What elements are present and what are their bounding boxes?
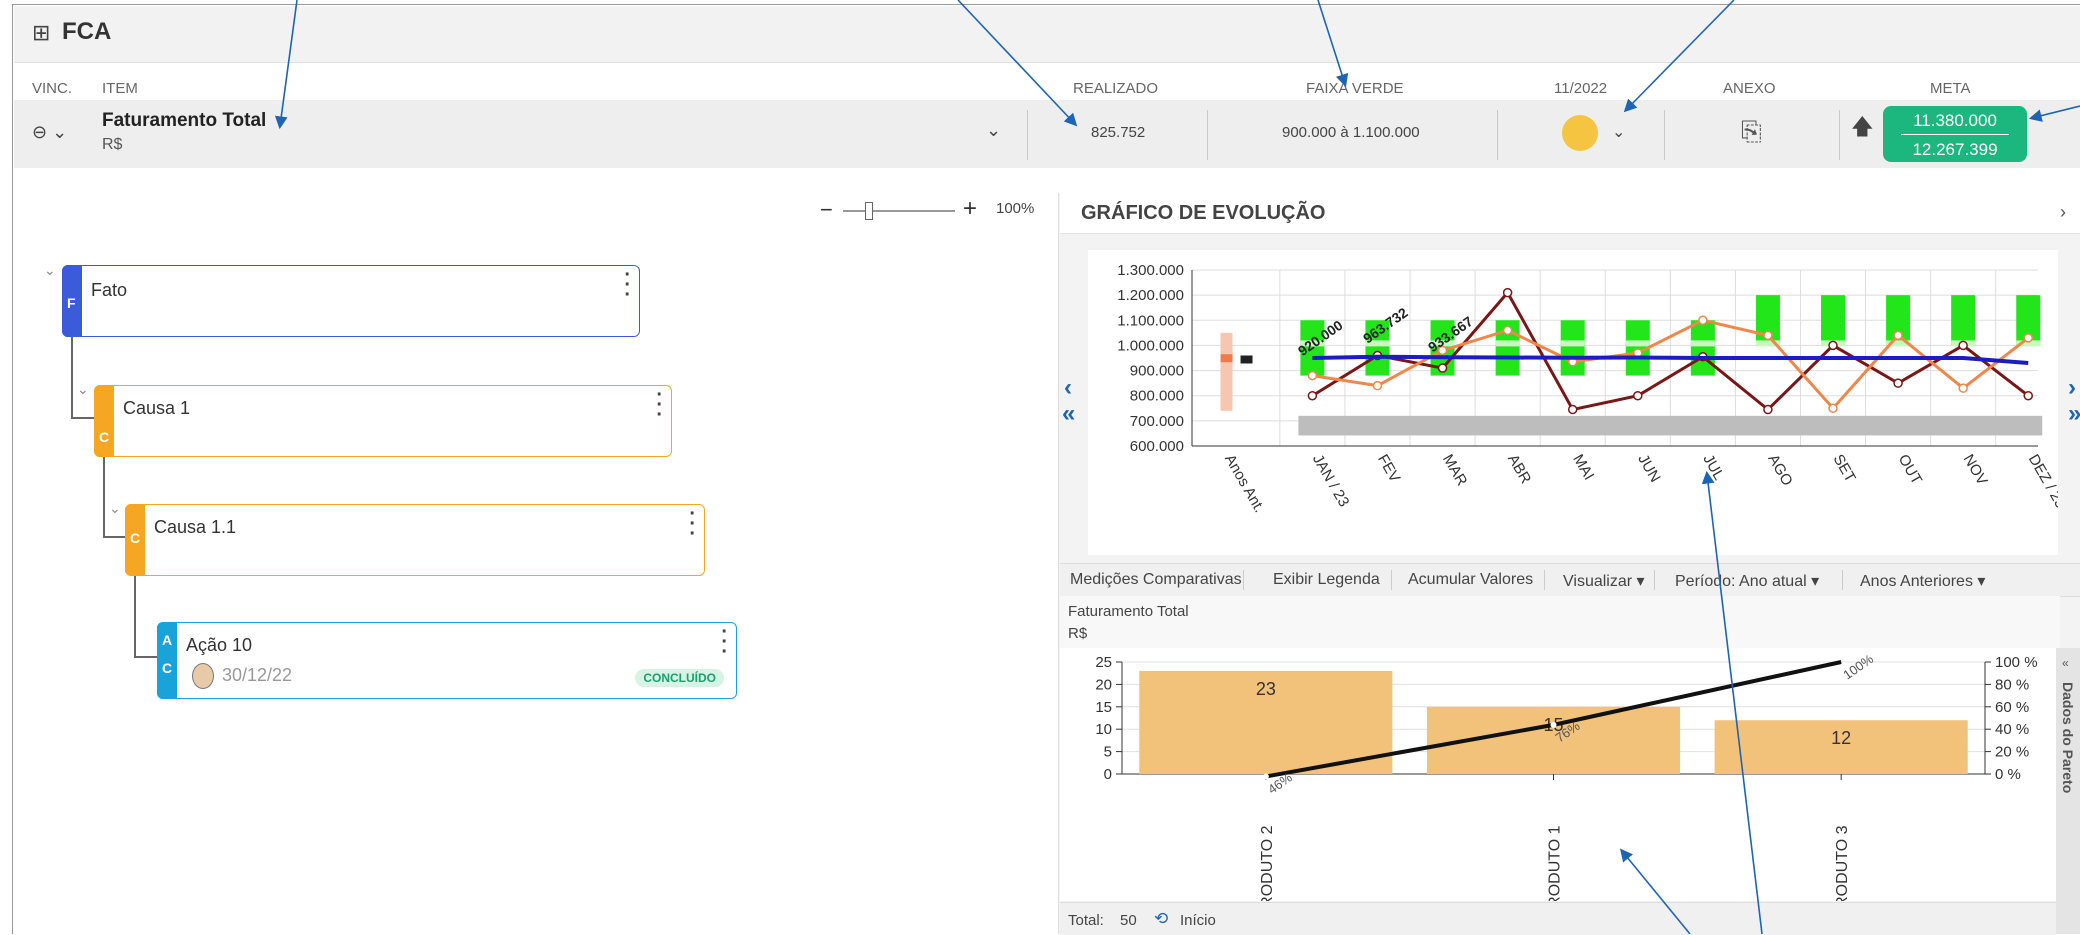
annotation-arrow bbox=[957, 0, 1078, 127]
annotation-arrow bbox=[2028, 105, 2080, 122]
annotation-arrow bbox=[274, 0, 298, 130]
annotation-arrow bbox=[1317, 0, 1349, 88]
annotation-arrow bbox=[1623, 0, 1735, 113]
annotation-arrows bbox=[274, 0, 2080, 934]
annotation-arrow bbox=[1701, 470, 1763, 934]
annotation-arrow bbox=[1619, 848, 1691, 934]
